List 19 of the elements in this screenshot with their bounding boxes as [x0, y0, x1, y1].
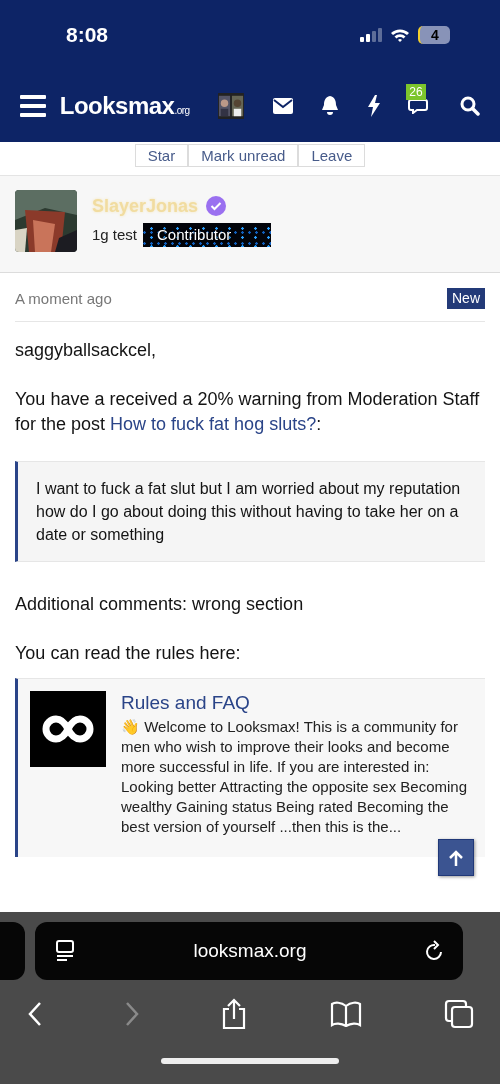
- notification-count: 26: [406, 84, 426, 100]
- thread-action-button[interactable]: Mark unread: [188, 144, 299, 167]
- new-label: New: [447, 288, 485, 309]
- comments-text: Additional comments: wrong section: [15, 593, 305, 616]
- warning-paragraph: You have a received a 20% warning from Moderation Staff for the post How to fuck fat hog sluts?:: [15, 388, 481, 436]
- post-link[interactable]: How to fuck fat hog sluts?: [110, 414, 317, 434]
- battery-icon: 4: [418, 26, 450, 44]
- thread-action-button[interactable]: Leave: [298, 144, 366, 167]
- preview-description: 👋 Welcome to Looksmax! This is a community for men who wish to improve their looks and become more successful in life. If you are interested in: Looking better Attracting the opposite sex Becoming wealthy Gaining status Being rated Becoming the best version of yourself ...then this is the...: [121, 717, 469, 837]
- address-bar[interactable]: looksmax.org: [35, 922, 463, 980]
- greeting-text: saggyballsackcel,: [15, 339, 158, 362]
- preview-title[interactable]: Rules and FAQ: [121, 691, 475, 715]
- user-title: 1g test: [92, 226, 138, 243]
- quote-block: I want to fuck a fat slut but I am worried about my reputation how do I go about doing this without having to take her on a date or something: [15, 461, 485, 562]
- site-logo[interactable]: Looksmax.org: [59, 92, 190, 120]
- status-time: 8:08: [66, 23, 109, 47]
- thread-action-button[interactable]: Star: [134, 144, 189, 167]
- rules-intro-text: You can read the rules here:: [15, 642, 242, 665]
- post-time[interactable]: A moment ago: [15, 286, 112, 311]
